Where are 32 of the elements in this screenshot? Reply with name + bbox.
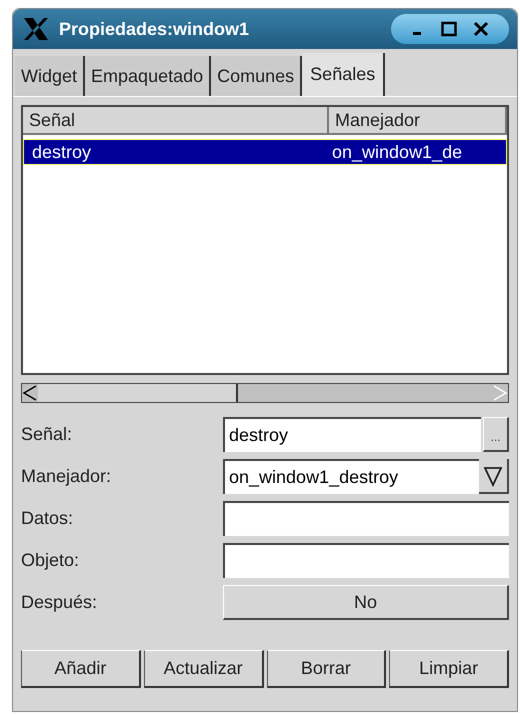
- tab[interactable]: Comunes: [211, 56, 302, 96]
- column-header[interactable]: Manejador: [329, 107, 507, 135]
- field-label: Objeto:: [21, 549, 80, 572]
- scroll-left-icon[interactable]: [22, 384, 38, 402]
- table-cell-text: on_window1_de: [332, 140, 462, 164]
- action-button[interactable]: Añadir: [21, 650, 141, 688]
- field-label: Después:: [21, 591, 98, 614]
- column-header[interactable]: Señal: [23, 107, 329, 135]
- table-cell-text: destroy: [32, 140, 92, 164]
- horizontal-scrollbar[interactable]: [21, 383, 509, 403]
- scrollbar-thumb[interactable]: [38, 384, 238, 402]
- field-label: Manejador:: [21, 465, 112, 488]
- input-field[interactable]: [223, 501, 509, 536]
- close-icon[interactable]: [473, 21, 489, 37]
- action-button[interactable]: Actualizar: [144, 650, 264, 688]
- tab[interactable]: Widget: [15, 56, 86, 96]
- browse-button[interactable]: ...: [483, 417, 509, 452]
- action-button[interactable]: Borrar: [266, 650, 386, 688]
- action-button[interactable]: Limpiar: [389, 650, 509, 688]
- combo-field[interactable]: on_window1_destroy: [223, 459, 479, 494]
- table-row[interactable]: destroy on_window1_de: [23, 139, 507, 165]
- input-field[interactable]: [223, 543, 509, 578]
- tab[interactable]: Empaquetado: [85, 56, 212, 96]
- input-field[interactable]: destroy: [223, 417, 481, 452]
- toggle-button[interactable]: No: [223, 585, 509, 620]
- dropdown-arrow-icon[interactable]: [483, 464, 503, 486]
- field-label: Señal:: [21, 423, 72, 446]
- window-title: Propiedades:window1: [59, 18, 250, 41]
- tab[interactable]: Señales: [302, 53, 386, 96]
- field-label: Datos:: [21, 507, 74, 530]
- maximize-icon[interactable]: [441, 21, 457, 37]
- x-logo-icon: [21, 16, 51, 42]
